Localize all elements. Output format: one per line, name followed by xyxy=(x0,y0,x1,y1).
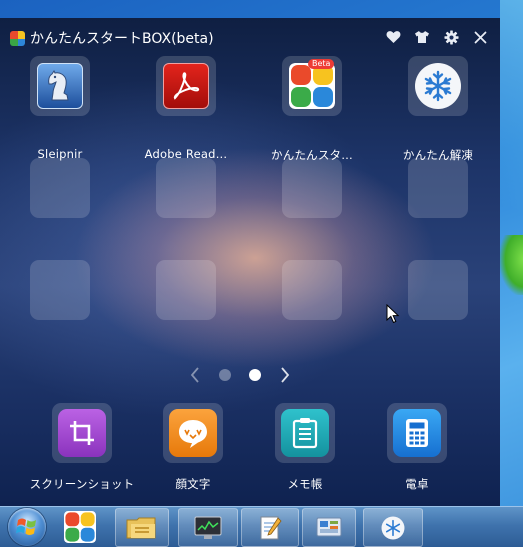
calculator-icon xyxy=(393,409,441,457)
app-tile-kantan-kaito[interactable] xyxy=(408,56,468,116)
close-icon[interactable] xyxy=(471,28,489,46)
heart-icon[interactable] xyxy=(384,28,402,46)
kantan-start-icon[interactable] xyxy=(64,511,96,543)
tool-tile-memo[interactable] xyxy=(275,403,335,463)
memo-icon xyxy=(281,409,329,457)
chevron-right-icon[interactable] xyxy=(275,364,295,386)
tool-label: 電卓 xyxy=(405,477,429,491)
emoticon-icon xyxy=(169,409,217,457)
beta-badge: Beta xyxy=(308,59,335,69)
app-tile-sleipnir[interactable] xyxy=(30,56,90,116)
app-logo-icon xyxy=(10,31,25,46)
empty-slot[interactable] xyxy=(156,260,216,320)
tool-tile-screenshot[interactable] xyxy=(52,403,112,463)
chevron-left-icon[interactable] xyxy=(185,364,205,386)
start-orb[interactable] xyxy=(8,508,46,546)
kantan-kaito-icon xyxy=(415,63,461,109)
title-bar[interactable]: かんたんスタートBOX(beta) xyxy=(0,18,500,58)
control-panel-icon[interactable] xyxy=(302,508,356,547)
app-tile-adobe-reader[interactable] xyxy=(156,56,216,116)
mouse-cursor-icon xyxy=(386,304,400,324)
app-tile-kantan-start[interactable]: Beta xyxy=(282,56,342,116)
taskbar xyxy=(0,506,523,547)
gear-icon[interactable] xyxy=(442,28,460,46)
desktop-wallpaper-leaf xyxy=(500,235,523,295)
empty-slot[interactable] xyxy=(282,158,342,218)
notepad-icon[interactable] xyxy=(241,508,299,547)
tool-label: スクリーンショット xyxy=(29,477,135,491)
tool-label: 顔文字 xyxy=(175,477,211,491)
crop-icon xyxy=(58,409,106,457)
empty-slot[interactable] xyxy=(408,158,468,218)
empty-slot[interactable] xyxy=(30,158,90,218)
empty-slot[interactable] xyxy=(282,260,342,320)
empty-slot[interactable] xyxy=(408,260,468,320)
tool-tile-emoticon[interactable] xyxy=(163,403,223,463)
window-title: かんたんスタートBOX(beta) xyxy=(30,31,214,47)
empty-slot[interactable] xyxy=(156,158,216,218)
explorer-icon[interactable] xyxy=(115,508,169,547)
tool-tile-calculator[interactable] xyxy=(387,403,447,463)
kantan-start-box-window: かんたんスタートBOX(beta) Sleipnir Adobe Read… B… xyxy=(0,18,500,506)
kantan-start-icon xyxy=(289,63,335,109)
empty-slot[interactable] xyxy=(30,260,90,320)
kantan-kaito-icon[interactable] xyxy=(363,508,423,547)
tshirt-icon[interactable] xyxy=(413,28,431,46)
sleipnir-icon xyxy=(37,63,83,109)
page-dot-active[interactable] xyxy=(249,369,261,381)
tool-label: メモ帳 xyxy=(287,477,323,491)
adobe-reader-icon xyxy=(163,63,209,109)
page-dot[interactable] xyxy=(219,369,231,381)
system-monitor-icon[interactable] xyxy=(178,508,238,547)
